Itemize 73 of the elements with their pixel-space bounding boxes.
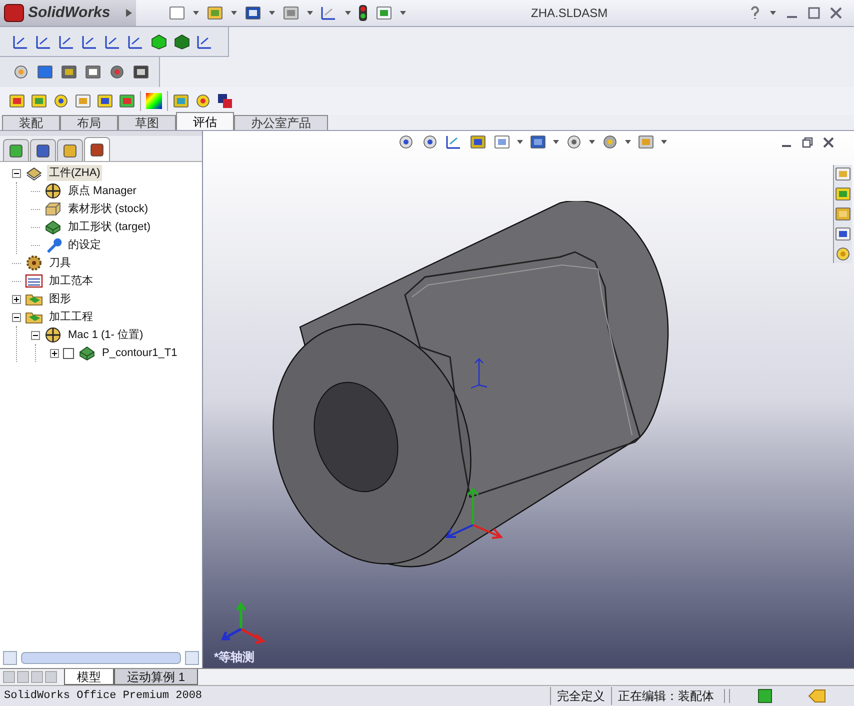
list-icon [25,272,43,290]
dropdown-caret-icon[interactable] [231,11,237,15]
status-field: 完全定义 [550,687,611,705]
bottom-tab[interactable]: 运动算例 1 [114,669,198,685]
view-label: *等轴测 [214,649,255,666]
dropdown-caret-icon[interactable] [400,11,406,15]
close-icon[interactable] [830,7,842,19]
dropdown-caret-icon[interactable] [661,140,667,144]
tree-item[interactable]: 刀具 [47,254,73,272]
horizontal-scrollbar[interactable] [3,650,199,666]
command-tab[interactable]: 布局 [60,115,118,130]
gear-icon [25,254,43,272]
dropdown-caret-icon[interactable] [345,11,351,15]
tree-item[interactable]: P_contour1_T1 [100,344,180,362]
tree-item[interactable]: 加工形状 (target) [66,218,153,236]
traffic-light-icon[interactable] [358,4,368,22]
checkbox[interactable] [63,348,74,358]
tree-item[interactable]: 原点 Manager [66,182,138,200]
origin-icon [44,182,62,200]
dropdown-caret-icon[interactable] [517,140,523,144]
panel-tab[interactable] [84,137,110,161]
tree-item[interactable]: 加工工程 [47,308,95,326]
tree-item[interactable]: 的设定 [66,236,103,254]
help-icon[interactable] [750,6,760,20]
command-tab[interactable]: 装配 [2,115,60,130]
dropdown-caret-icon[interactable] [589,140,595,144]
command-tab[interactable]: 评估 [176,112,234,130]
app-logo[interactable]: SolidWorks [0,0,136,26]
dropdown-caret-icon[interactable] [307,11,313,15]
command-tab[interactable]: 草图 [118,115,176,130]
parts-icon[interactable] [173,32,191,50]
block-icon [44,218,62,236]
color-spectrum-icon[interactable] [145,92,163,110]
status-field: 正在编辑：装配体 [611,687,720,705]
logo-text: SolidWorks [28,2,110,23]
command-tab[interactable]: 办公室产品 [234,115,328,130]
graphics-viewport[interactable]: *等轴测 [203,131,854,668]
maximize-icon[interactable] [808,7,820,19]
block-icon [44,200,62,218]
tree-item[interactable]: 加工范本 [47,272,95,290]
origin-icon [44,326,62,344]
panel-tab[interactable] [57,139,83,161]
cube-icon[interactable] [150,32,168,50]
tag-icon[interactable] [808,689,826,703]
window-title: ZHA.SLDASM [531,5,608,22]
bottom-tab[interactable]: 模型 [64,669,114,685]
panel-tab[interactable] [30,139,56,161]
help-icon[interactable] [758,689,772,703]
origin-axis-icon [469,357,489,389]
tree-item[interactable]: 工件(ZHA) [47,164,102,182]
dropdown-caret-icon[interactable] [269,11,275,15]
expander-toggle[interactable] [31,330,40,340]
expand-arrow-icon[interactable] [126,9,132,17]
dropdown-caret-icon[interactable] [625,140,631,144]
tree-item[interactable]: 素材形状 (stock) [66,200,150,218]
expander-toggle[interactable] [50,348,59,358]
dropdown-caret-icon[interactable] [553,140,559,144]
dropdown-caret-icon[interactable] [193,11,199,15]
status-text: SolidWorks Office Premium 2008 [3,688,202,704]
restore-icon[interactable] [802,136,813,148]
triad-icon [443,485,505,539]
tree-item[interactable]: Mac 1 (1- 位置) [66,326,146,344]
tree-item[interactable]: 图形 [47,290,73,308]
squares-icon[interactable] [216,92,234,110]
expander-toggle[interactable] [12,168,21,178]
close-icon[interactable] [823,136,834,148]
expander-toggle[interactable] [12,312,21,322]
expander-toggle[interactable] [12,294,21,304]
panel-tab[interactable] [3,139,29,161]
logo-icon [4,4,24,22]
new-document-icon[interactable] [168,4,186,22]
block-icon [78,344,96,362]
dropdown-caret-icon[interactable] [770,11,776,15]
